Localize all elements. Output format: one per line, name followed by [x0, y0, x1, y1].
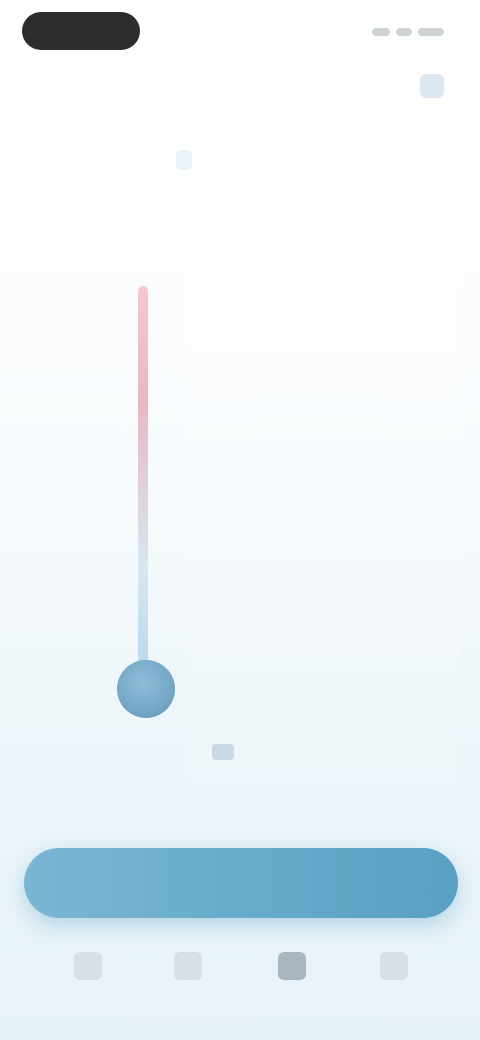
tab-bar [0, 940, 480, 1020]
wifi-icon [396, 28, 412, 36]
temperature-value [286, 272, 288, 326]
profile-icon [380, 952, 408, 980]
date-selector[interactable] [176, 150, 192, 170]
thermometer-bulb[interactable] [117, 660, 175, 718]
home-icon [74, 952, 102, 980]
status-icons [354, 26, 444, 38]
dynamic-island [22, 12, 140, 50]
checkbox-icon[interactable] [212, 744, 234, 760]
tab-thermometer[interactable] [262, 952, 322, 1012]
status-bar [0, 0, 480, 64]
record-button[interactable] [24, 848, 458, 918]
temperature-scale [26, 290, 86, 730]
tab-chart[interactable] [158, 952, 218, 1012]
battery-icon [418, 28, 444, 36]
reading-panel [186, 190, 460, 820]
title-bar [0, 66, 480, 106]
reminder-row[interactable] [212, 742, 402, 762]
tab-profile[interactable] [364, 952, 424, 1012]
thermometer-tube [138, 286, 148, 676]
thermometer-icon [278, 952, 306, 980]
tab-home[interactable] [58, 952, 118, 1012]
secondary-value [290, 416, 292, 458]
calendar-icon[interactable] [420, 74, 444, 98]
chart-icon [174, 952, 202, 980]
signal-icon [372, 28, 390, 36]
